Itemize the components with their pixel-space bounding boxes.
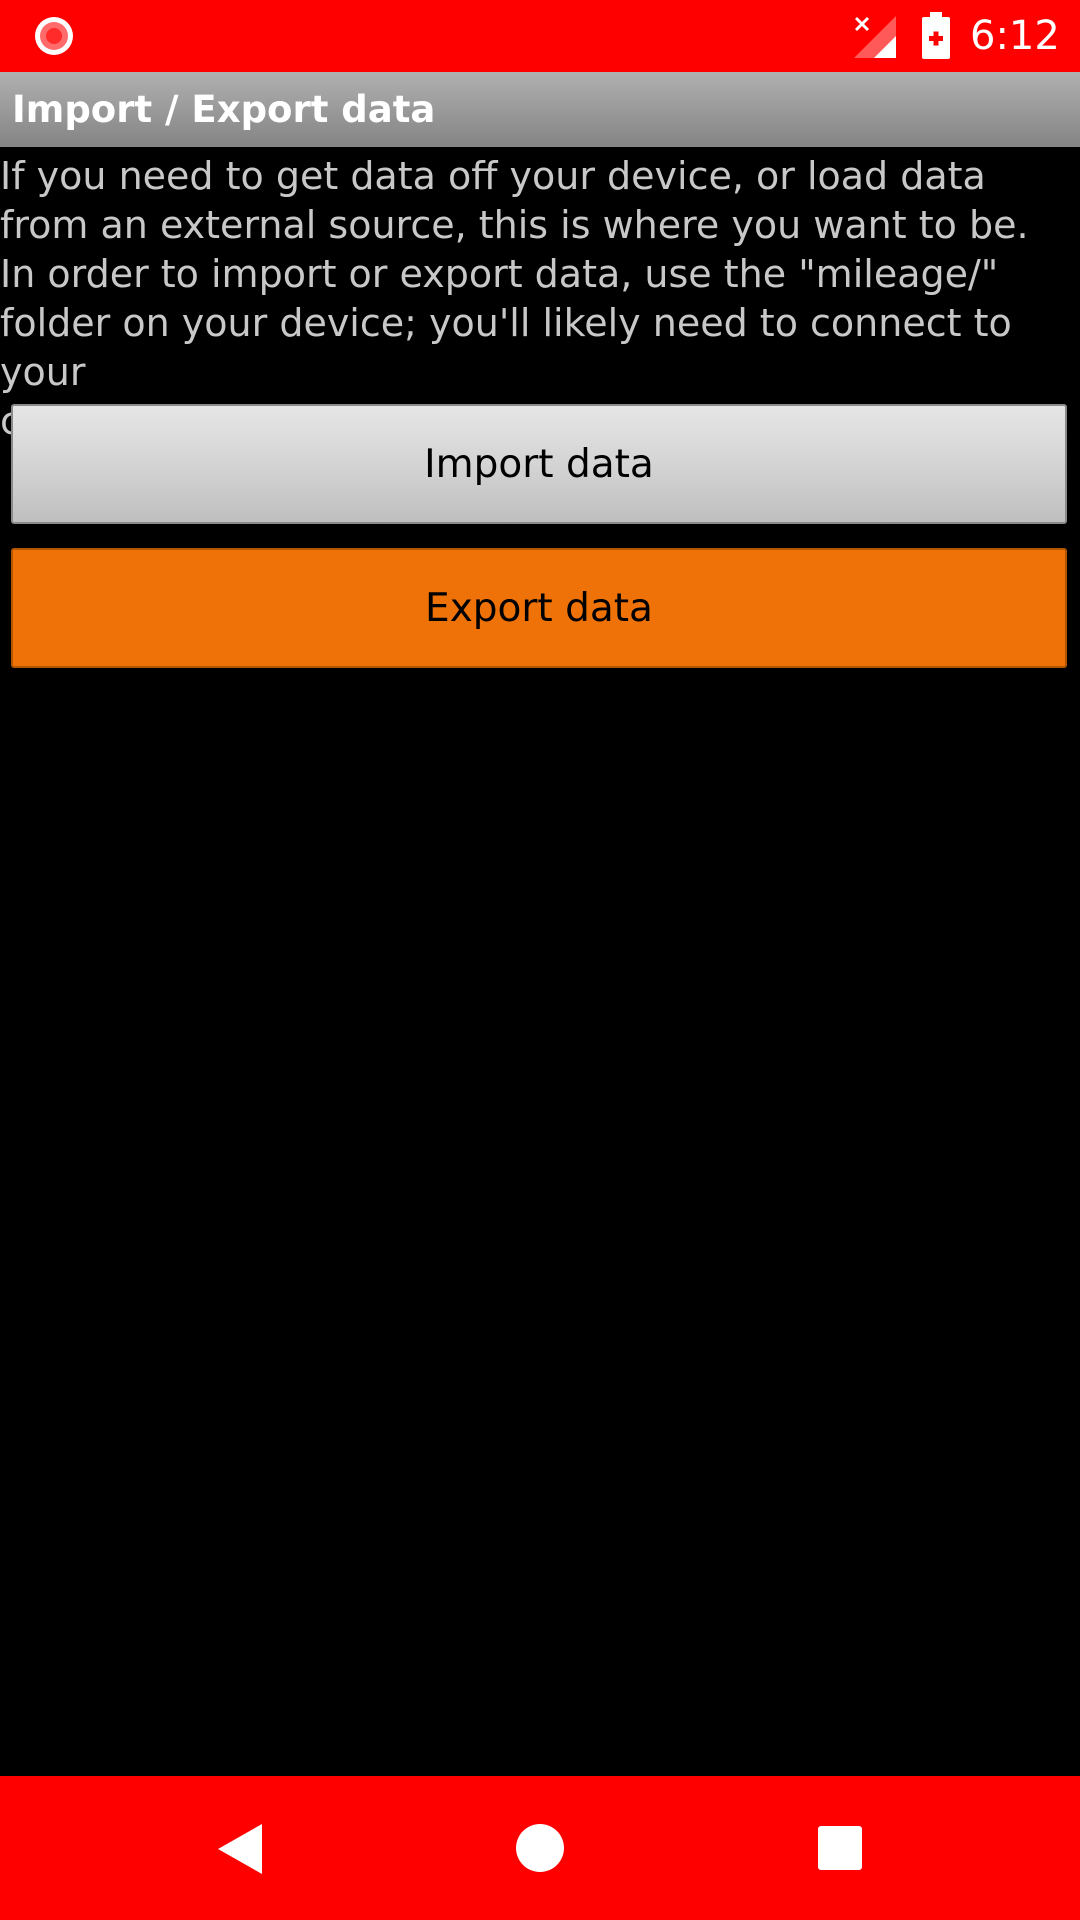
- import-data-label: Import data: [424, 441, 654, 487]
- status-bar: 6:12: [0, 0, 1080, 72]
- screen-record-icon: [35, 17, 73, 55]
- battery-charging-icon: [922, 12, 950, 59]
- import-data-button[interactable]: Import data: [11, 404, 1067, 524]
- description-text-block: If you need to get data off your device,…: [0, 152, 1072, 446]
- back-icon[interactable]: [214, 1822, 264, 1876]
- title-bar: Import / Export data: [0, 72, 1080, 147]
- screen: 6:12 Import / Export data If you need to…: [0, 0, 1080, 1920]
- home-icon[interactable]: [514, 1822, 566, 1874]
- navigation-bar: [0, 1776, 1080, 1920]
- export-data-button[interactable]: Export data: [11, 548, 1067, 668]
- no-signal-icon: [854, 16, 896, 58]
- export-data-label: Export data: [425, 585, 653, 631]
- description-text: If you need to get data off your device,…: [0, 154, 1029, 443]
- page-title: Import / Export data: [12, 88, 436, 131]
- recents-icon[interactable]: [817, 1825, 863, 1871]
- status-clock: 6:12: [970, 13, 1060, 59]
